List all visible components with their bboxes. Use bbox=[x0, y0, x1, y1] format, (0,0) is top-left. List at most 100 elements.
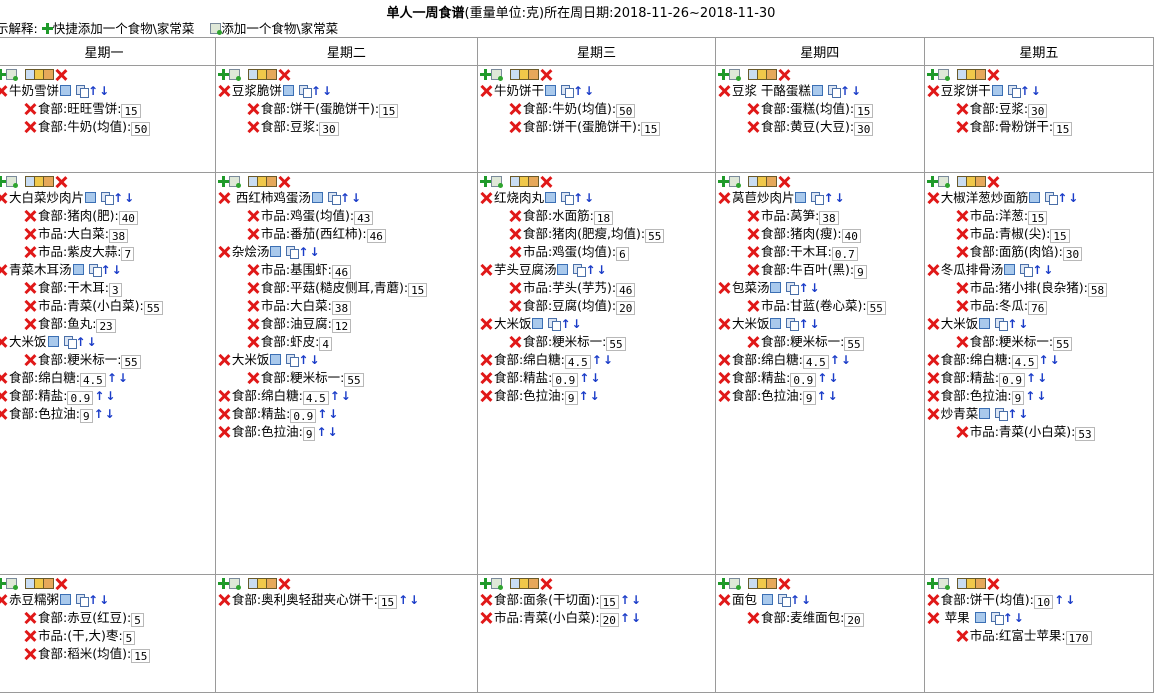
amount-field[interactable]: 46 bbox=[616, 283, 636, 297]
delete-icon[interactable] bbox=[956, 121, 967, 133]
delete-icon[interactable] bbox=[927, 390, 938, 402]
move-down-icon[interactable]: ↓ bbox=[1018, 408, 1028, 420]
move-up-icon[interactable]: ↑ bbox=[340, 192, 350, 204]
move-up-icon[interactable]: ↑ bbox=[1003, 612, 1013, 624]
copy-icon[interactable] bbox=[548, 318, 562, 331]
gallery-icon[interactable] bbox=[956, 578, 987, 589]
delete-icon[interactable] bbox=[24, 630, 35, 642]
amount-field[interactable]: 15 bbox=[854, 104, 874, 118]
move-up-icon[interactable]: ↑ bbox=[88, 85, 98, 97]
move-up-icon[interactable]: ↑ bbox=[317, 408, 327, 420]
move-down-icon[interactable]: ↓ bbox=[112, 264, 122, 276]
quick-add-icon[interactable] bbox=[926, 578, 938, 589]
add-food-icon[interactable] bbox=[6, 578, 18, 590]
clear-icon[interactable] bbox=[278, 176, 289, 188]
delete-icon[interactable] bbox=[747, 336, 758, 348]
delete-icon[interactable] bbox=[480, 318, 491, 330]
picture-icon[interactable] bbox=[991, 85, 1003, 96]
move-down-icon[interactable]: ↓ bbox=[99, 85, 109, 97]
amount-field[interactable]: 15 bbox=[131, 649, 151, 663]
move-down-icon[interactable]: ↓ bbox=[87, 336, 97, 348]
amount-field[interactable]: 38 bbox=[331, 301, 352, 315]
picture-icon[interactable] bbox=[72, 264, 84, 275]
picture-icon[interactable] bbox=[761, 594, 773, 605]
delete-icon[interactable] bbox=[956, 426, 967, 438]
amount-field[interactable]: 30 bbox=[854, 122, 874, 136]
amount-field[interactable]: 76 bbox=[1028, 301, 1048, 315]
delete-icon[interactable] bbox=[480, 354, 491, 366]
move-up-icon[interactable]: ↑ bbox=[823, 192, 833, 204]
amount-field[interactable]: 18 bbox=[593, 211, 614, 225]
picture-icon[interactable] bbox=[47, 336, 59, 347]
picture-icon[interactable] bbox=[311, 192, 323, 203]
amount-field[interactable]: 58 bbox=[1087, 283, 1108, 297]
copy-icon[interactable] bbox=[76, 85, 90, 98]
copy-icon[interactable] bbox=[995, 408, 1009, 421]
move-down-icon[interactable]: ↓ bbox=[1036, 390, 1046, 402]
gallery-icon[interactable] bbox=[956, 69, 987, 80]
move-down-icon[interactable]: ↓ bbox=[584, 85, 594, 97]
delete-icon[interactable] bbox=[509, 103, 520, 115]
gallery-icon[interactable] bbox=[247, 176, 278, 187]
copy-icon[interactable] bbox=[286, 354, 300, 367]
delete-icon[interactable] bbox=[956, 336, 967, 348]
delete-icon[interactable] bbox=[480, 372, 491, 384]
move-down-icon[interactable]: ↓ bbox=[328, 426, 338, 438]
copy-icon[interactable] bbox=[1020, 264, 1034, 277]
add-food-icon[interactable] bbox=[728, 69, 741, 81]
picture-icon[interactable] bbox=[974, 612, 986, 623]
move-up-icon[interactable]: ↑ bbox=[113, 192, 123, 204]
delete-icon[interactable] bbox=[0, 192, 6, 204]
delete-icon[interactable] bbox=[718, 192, 729, 204]
copy-icon[interactable] bbox=[298, 85, 312, 98]
move-down-icon[interactable]: ↓ bbox=[851, 85, 861, 97]
move-up-icon[interactable]: ↑ bbox=[1020, 85, 1030, 97]
delete-icon[interactable] bbox=[927, 354, 938, 366]
amount-field[interactable]: 4.5 bbox=[302, 391, 329, 405]
amount-field[interactable]: 55 bbox=[844, 337, 864, 351]
delete-icon[interactable] bbox=[24, 103, 35, 115]
copy-icon[interactable] bbox=[995, 318, 1009, 331]
add-food-icon[interactable] bbox=[6, 69, 18, 81]
add-food-icon[interactable] bbox=[937, 176, 950, 188]
amount-field[interactable]: 3 bbox=[108, 283, 122, 297]
delete-icon[interactable] bbox=[218, 192, 229, 204]
copy-icon[interactable] bbox=[573, 264, 587, 277]
delete-icon[interactable] bbox=[247, 300, 258, 312]
amount-field[interactable]: 4.5 bbox=[79, 373, 106, 387]
amount-field[interactable]: 9 bbox=[1011, 391, 1025, 405]
delete-icon[interactable] bbox=[509, 336, 520, 348]
move-up-icon[interactable]: ↑ bbox=[592, 354, 602, 366]
move-down-icon[interactable]: ↓ bbox=[828, 372, 838, 384]
add-food-icon[interactable] bbox=[490, 578, 503, 590]
amount-field[interactable]: 20 bbox=[599, 613, 619, 627]
move-up-icon[interactable]: ↑ bbox=[790, 594, 800, 606]
move-down-icon[interactable]: ↓ bbox=[603, 354, 613, 366]
copy-icon[interactable] bbox=[88, 264, 102, 277]
amount-field[interactable]: 20 bbox=[616, 301, 636, 315]
move-down-icon[interactable]: ↓ bbox=[841, 354, 851, 366]
move-down-icon[interactable]: ↓ bbox=[584, 192, 594, 204]
delete-icon[interactable] bbox=[480, 612, 491, 624]
amount-field[interactable]: 50 bbox=[616, 104, 636, 118]
move-up-icon[interactable]: ↑ bbox=[1025, 390, 1035, 402]
amount-field[interactable]: 55 bbox=[645, 229, 665, 243]
delete-icon[interactable] bbox=[24, 300, 35, 312]
amount-field[interactable]: 4 bbox=[319, 337, 332, 351]
gallery-icon[interactable] bbox=[247, 69, 278, 80]
gallery-icon[interactable] bbox=[509, 176, 540, 187]
delete-icon[interactable] bbox=[927, 264, 938, 276]
move-up-icon[interactable]: ↑ bbox=[798, 318, 808, 330]
amount-field[interactable]: 0.9 bbox=[552, 373, 579, 387]
picture-icon[interactable] bbox=[532, 318, 544, 329]
clear-icon[interactable] bbox=[778, 176, 789, 188]
copy-icon[interactable] bbox=[811, 192, 825, 205]
copy-icon[interactable] bbox=[560, 192, 574, 205]
picture-icon[interactable] bbox=[270, 246, 282, 257]
amount-field[interactable]: 10 bbox=[1033, 595, 1054, 609]
gallery-icon[interactable] bbox=[25, 578, 55, 589]
delete-icon[interactable] bbox=[0, 264, 6, 276]
move-down-icon[interactable]: ↓ bbox=[124, 192, 134, 204]
move-up-icon[interactable]: ↑ bbox=[1039, 354, 1049, 366]
move-up-icon[interactable]: ↑ bbox=[107, 372, 117, 384]
